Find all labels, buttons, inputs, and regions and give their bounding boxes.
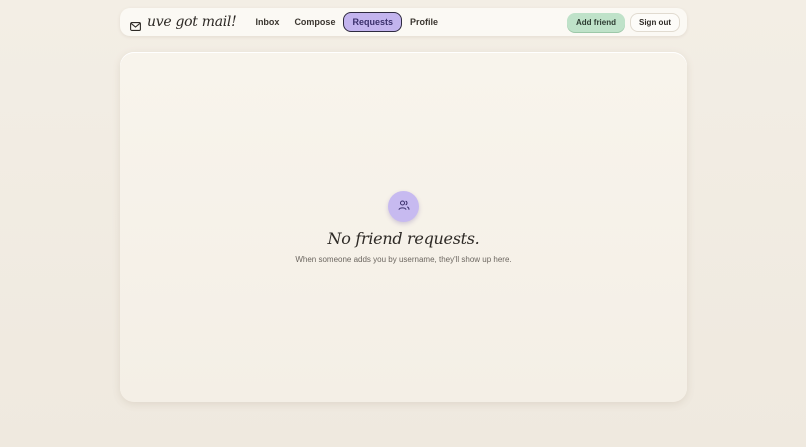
empty-state: No friend requests. When someone adds yo… [120, 191, 687, 264]
add-friend-button[interactable]: Add friend [567, 12, 625, 32]
brand[interactable]: uve got mail! [130, 14, 237, 31]
brand-name: uve got mail! [147, 14, 237, 30]
users-icon [398, 198, 410, 216]
users-icon-badge [388, 191, 419, 222]
top-navbar: uve got mail! Inbox Compose Requests Pro… [120, 8, 687, 36]
empty-state-subtitle: When someone adds you by username, they'… [295, 255, 512, 264]
requests-panel: No friend requests. When someone adds yo… [120, 52, 687, 402]
empty-state-title: No friend requests. [327, 229, 480, 248]
nav-link-profile[interactable]: Profile [403, 12, 445, 32]
sign-out-button[interactable]: Sign out [630, 12, 680, 32]
nav-actions: Add friend Sign out [567, 12, 680, 32]
nav-link-inbox[interactable]: Inbox [248, 12, 286, 32]
nav-links: Inbox Compose Requests Profile [248, 12, 446, 32]
nav-link-compose[interactable]: Compose [287, 12, 342, 32]
nav-link-requests[interactable]: Requests [343, 12, 402, 32]
mail-icon [130, 18, 141, 31]
